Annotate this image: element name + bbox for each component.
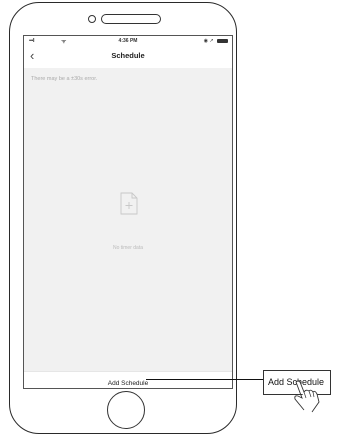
empty-state-text: No timer data: [112, 245, 143, 251]
battery-icon: [217, 38, 228, 43]
camera-icon: [88, 15, 96, 23]
error-hint-text: There may be a ±30s error.: [31, 76, 98, 82]
add-schedule-label: Add Schedule: [107, 380, 149, 387]
status-icons: ◉ ↗: [203, 38, 214, 44]
callout-line: [146, 379, 263, 381]
home-button[interactable]: [107, 391, 145, 429]
tap-hand-icon: [294, 380, 320, 413]
status-bar: •••ll ᯤ 4:36 PM ◉ ↗: [24, 36, 232, 46]
add-file-icon: [120, 192, 138, 215]
phone-frame: •••ll ᯤ 4:36 PM ◉ ↗ ‹ Schedule There may…: [9, 2, 237, 434]
status-time: 4:36 PM: [118, 38, 138, 44]
nav-bar: ‹ Schedule: [24, 46, 232, 68]
app-screen: •••ll ᯤ 4:36 PM ◉ ↗ ‹ Schedule There may…: [23, 35, 233, 389]
page-title: Schedule: [111, 51, 145, 60]
speaker-grille: [101, 14, 161, 24]
status-right-icons: ◉ ↗: [204, 38, 228, 44]
